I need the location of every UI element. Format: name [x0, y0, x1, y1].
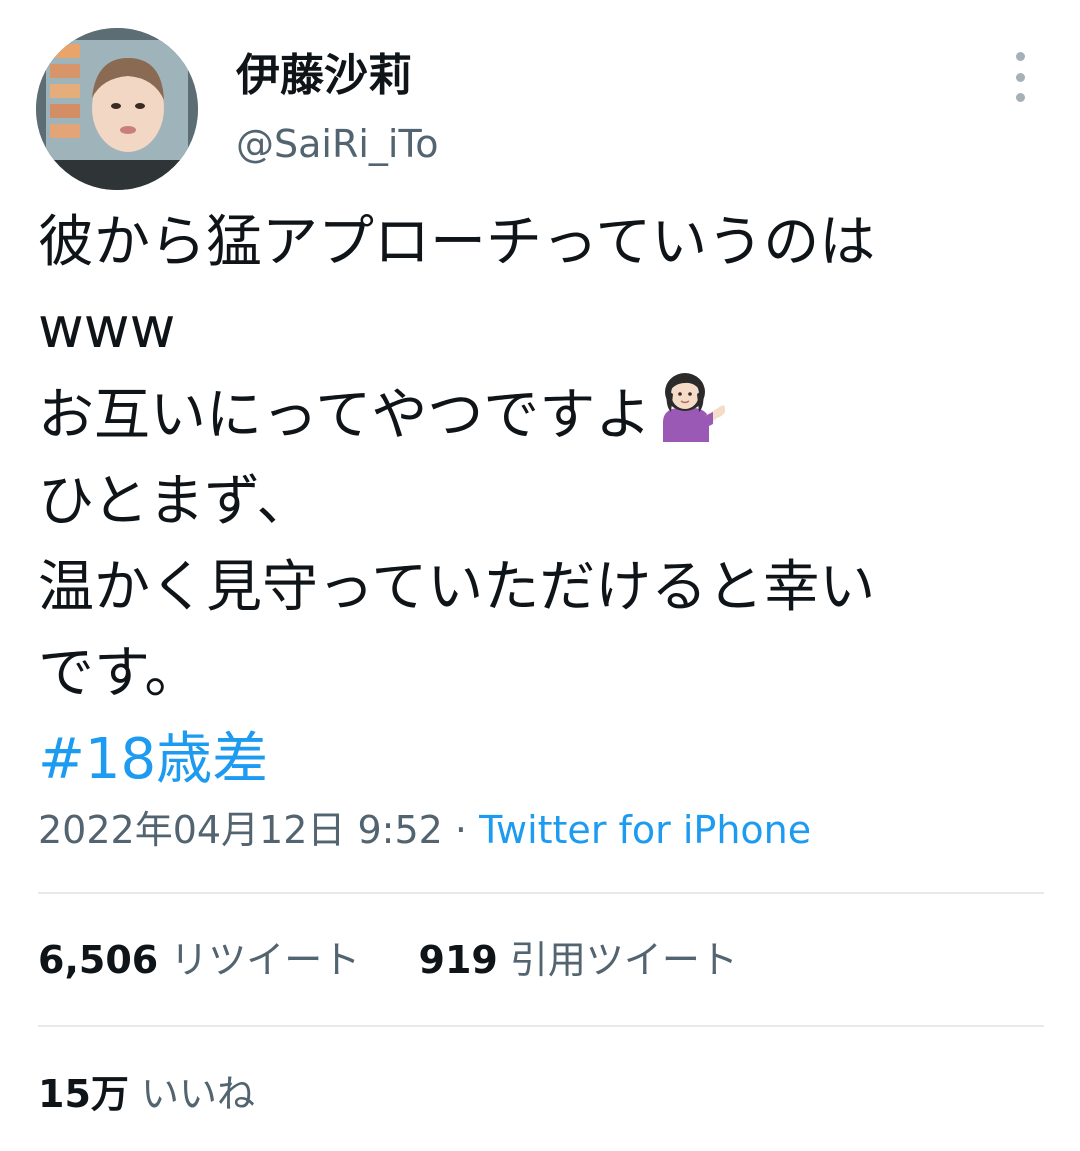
tweet-timestamp[interactable]: 2022年04月12日 9:52 [38, 808, 443, 852]
retweets-stat[interactable]: 6,506 リツイート [38, 938, 360, 982]
author-display-name[interactable]: 伊藤沙莉 [236, 46, 412, 106]
tweet-text-line: です。 [38, 641, 201, 706]
quotes-label: 引用ツイート [509, 938, 738, 982]
more-dot [1015, 52, 1025, 61]
more-options-button[interactable] [1002, 52, 1038, 102]
tweet-meta: 2022年04月12日 9:52 · Twitter for iPhone [38, 800, 811, 860]
meta-separator: · [442, 808, 480, 852]
hashtag-link[interactable]: #18歳差 [38, 717, 1048, 803]
quotes-stat[interactable]: 919 引用ツイート [419, 938, 738, 982]
tweet-text-line: ひとまず、 [38, 469, 313, 534]
quotes-count: 919 [418, 938, 498, 982]
retweets-label: リツイート [170, 938, 361, 982]
likes-label: いいね [140, 1072, 255, 1116]
tweet-text-line: www [38, 296, 176, 361]
retweets-count: 6,506 [38, 938, 159, 982]
avatar[interactable] [36, 28, 198, 190]
tweet-text-line: 温かく見守っていただけると幸い [38, 555, 876, 620]
tweet-text-line: お互いにってやつですよ [38, 383, 652, 448]
more-dot [1015, 72, 1025, 82]
author-username[interactable]: @SaiRi_iTo [236, 118, 439, 170]
tweet-text-line-with-emoji: お互いにってやつですよ [38, 372, 1048, 459]
divider [38, 892, 1044, 894]
tweet-text-line: 彼から猛アプローチっていうのは [38, 210, 876, 275]
divider [38, 1025, 1044, 1027]
avatar-photo [36, 28, 198, 190]
likes-count: 15万 [38, 1072, 129, 1116]
likes-stats-row: 15万 いいね [38, 1066, 255, 1122]
tweet-text: 彼から猛アプローチっていうのは www お互いにってやつですよ ひとまず、 温か… [38, 200, 1048, 803]
more-dot [1015, 93, 1025, 102]
retweet-stats-row: 6,506 リツイート 919 引用ツイート [38, 932, 738, 988]
person-tipping-hand-icon [651, 372, 727, 442]
tweet-source-link[interactable]: Twitter for iPhone [479, 808, 811, 852]
likes-stat[interactable]: 15万 いいね [38, 1072, 255, 1116]
